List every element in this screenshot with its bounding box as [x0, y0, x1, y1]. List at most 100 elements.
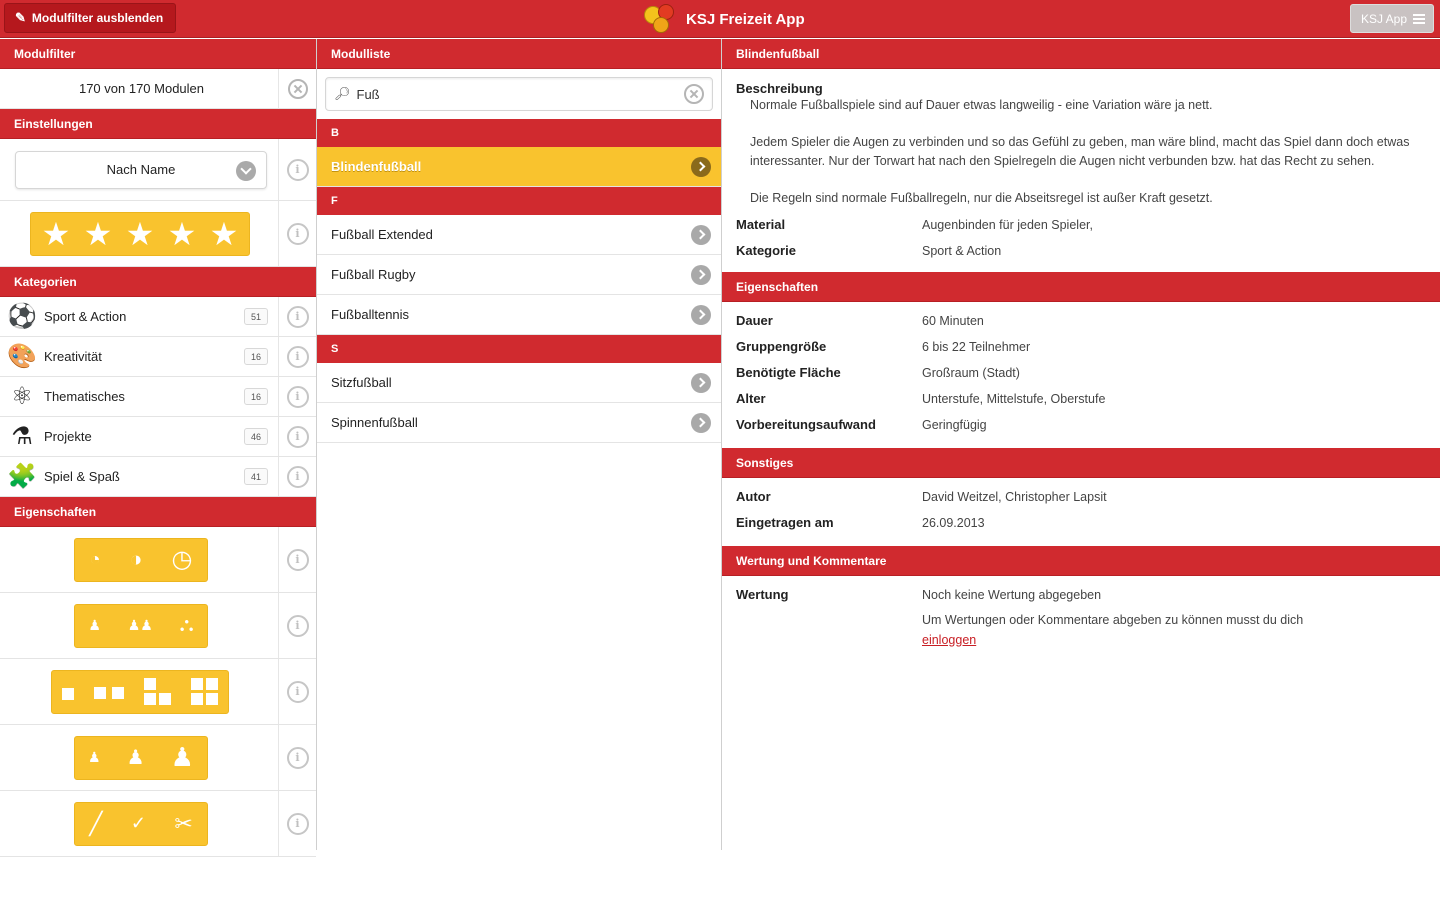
info-icon[interactable]: i	[286, 548, 309, 571]
star-icon: ★	[41, 215, 71, 252]
module-detail-panel: Blindenfußball Beschreibung Normale Fußb…	[722, 39, 1440, 850]
module-count: 170 von 170 Modulen	[78, 81, 205, 96]
duration-filter-button[interactable]: ◔ ◑ ◷	[74, 537, 208, 582]
info-icon[interactable]: i	[286, 465, 309, 488]
atom-icon: ⚛	[11, 383, 33, 410]
properties-filter-header: Eigenschaften	[0, 497, 316, 527]
person-icon: ♟	[88, 617, 101, 633]
area-xlarge-icon	[191, 678, 219, 705]
login-link[interactable]: einloggen	[922, 633, 976, 647]
category-value: Sport & Action	[922, 244, 1002, 258]
misc-row: Autor David Weitzel, Christopher Lapsit	[736, 484, 1426, 510]
misc-header: Sonstiges	[722, 448, 1440, 478]
list-item-label: Fußballtennis	[331, 307, 410, 322]
app-logo-icon	[644, 4, 678, 34]
child-medium-icon: ♟	[126, 747, 145, 769]
search-box: 🔎︎	[325, 77, 713, 111]
star-icon: ★	[209, 215, 239, 252]
info-icon[interactable]: i	[286, 305, 309, 328]
rating-header: Wertung und Kommentare	[722, 546, 1440, 576]
info-icon[interactable]: i	[286, 158, 309, 181]
category-row-kreativitaet[interactable]: 🎨 Kreativität 16 i	[0, 337, 316, 377]
info-icon[interactable]: i	[286, 345, 309, 368]
category-label: Projekte	[44, 429, 92, 444]
property-value: 6 bis 22 Teilnehmer	[922, 340, 1031, 354]
list-item-label: Sitzfußball	[331, 375, 392, 390]
list-divider-s: S	[317, 335, 721, 363]
info-icon[interactable]: i	[286, 614, 309, 637]
search-row: 🔎︎	[317, 69, 721, 119]
rating-label: Wertung	[736, 587, 789, 602]
misc-value: 26.09.2013	[922, 516, 985, 530]
sort-select[interactable]: Nach Name	[15, 150, 267, 189]
flask-icon: ⚗	[11, 423, 33, 450]
area-filter-button[interactable]	[51, 669, 229, 714]
chevron-right-icon	[691, 224, 711, 245]
group-icon: ⛬	[179, 614, 194, 636]
property-label: Gruppengröße	[736, 339, 827, 354]
settings-header: Einstellungen	[0, 109, 316, 139]
chevron-right-icon	[691, 264, 711, 285]
age-filter-button[interactable]: ♟ ♟ ♟	[74, 735, 208, 780]
list-item-label: Spinnenfußball	[331, 415, 418, 430]
clear-search-icon[interactable]	[684, 84, 704, 104]
chevron-right-icon	[691, 372, 711, 393]
property-value: 60 Minuten	[922, 314, 984, 328]
area-filter-row: i	[0, 659, 316, 725]
list-item-label: Fußball Rugby	[331, 267, 416, 282]
category-count: 41	[244, 468, 268, 485]
star-icon: ★	[167, 215, 197, 252]
rating-section: Wertung und Kommentare Wertung Noch kein…	[722, 546, 1440, 658]
category-label: Kategorie	[736, 243, 796, 258]
module-list-header: Modulliste	[317, 39, 721, 69]
category-label: Spiel & Spaß	[44, 469, 120, 484]
property-row: Vorbereitungsaufwand Geringfügig	[736, 412, 1426, 438]
scissors-icon: ✂	[174, 810, 193, 836]
search-icon: 🔎︎	[334, 86, 351, 101]
chevron-right-icon	[691, 412, 711, 433]
search-input[interactable]	[356, 86, 678, 102]
list-item-label: Fußball Extended	[331, 227, 433, 242]
category-row-spiel[interactable]: 🧩 Spiel & Spaß 41 i	[0, 457, 316, 497]
chevron-right-icon	[691, 304, 711, 325]
property-value: Geringfügig	[922, 418, 987, 432]
rating-row: Wertung Noch keine Wertung abgegeben Um …	[736, 582, 1426, 650]
info-icon[interactable]: i	[286, 746, 309, 769]
info-icon[interactable]: i	[286, 425, 309, 448]
child-small-icon: ♟	[88, 749, 101, 765]
rating-value: Noch keine Wertung abgegeben	[922, 588, 1102, 602]
categories-header: Kategorien	[0, 267, 316, 297]
rating-filter-button[interactable]: ★ ★ ★ ★ ★	[30, 211, 250, 256]
list-divider-b: B	[317, 119, 721, 147]
category-row-sport[interactable]: ⚽ Sport & Action 51 i	[0, 297, 316, 337]
sort-select-value: Nach Name	[106, 162, 176, 177]
pencil-line-icon: ╱	[89, 810, 103, 836]
list-item-blindenfussball[interactable]: Blindenfußball	[317, 147, 721, 187]
list-item-fussball-extended[interactable]: Fußball Extended	[317, 215, 721, 255]
app-menu-button[interactable]: KSJ App	[1349, 4, 1434, 33]
category-row-projekte[interactable]: ⚗ Projekte 46 i	[0, 417, 316, 457]
category-count: 16	[244, 388, 268, 405]
chevron-right-icon	[691, 156, 711, 177]
misc-section: Sonstiges Autor David Weitzel, Christoph…	[722, 448, 1440, 544]
info-icon[interactable]: i	[286, 222, 309, 245]
info-icon[interactable]: i	[286, 385, 309, 408]
preparation-filter-button[interactable]: ╱ ✓ ✂	[74, 801, 208, 846]
info-icon[interactable]: i	[286, 812, 309, 835]
list-item-fussball-rugby[interactable]: Fußball Rugby	[317, 255, 721, 295]
reset-filter-icon[interactable]	[287, 78, 308, 99]
toggle-filter-button[interactable]: ✎ Modulfilter ausblenden	[4, 3, 177, 33]
rating-hint: Um Wertungen oder Kommentare abgeben zu …	[922, 608, 1426, 650]
category-row-thematisches[interactable]: ⚛ Thematisches 16 i	[0, 377, 316, 417]
list-item-fussballtennis[interactable]: Fußballtennis	[317, 295, 721, 335]
category-label: Thematisches	[44, 389, 125, 404]
group-size-filter-button[interactable]: ♟ ♟♟ ⛬	[74, 603, 208, 648]
list-item-sitzfussball[interactable]: Sitzfußball	[317, 363, 721, 403]
info-icon[interactable]: i	[286, 680, 309, 703]
area-large-icon	[144, 678, 172, 705]
description-paragraph: Jedem Spieler die Augen zu verbinden und…	[750, 135, 1410, 168]
filter-panel: Modulfilter 170 von 170 Modulen Einstell…	[0, 39, 317, 857]
app-title-text: KSJ Freizeit App	[686, 10, 805, 28]
misc-label: Eingetragen am	[736, 515, 834, 530]
list-item-spinnenfussball[interactable]: Spinnenfußball	[317, 403, 721, 443]
